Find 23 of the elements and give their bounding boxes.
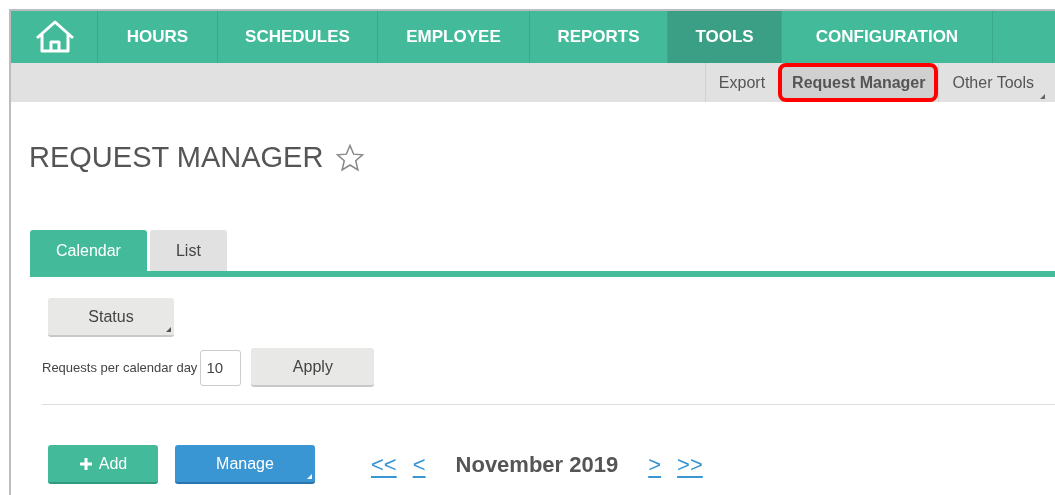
prev-link[interactable]: < [412, 448, 426, 481]
status-button[interactable]: Status [48, 298, 174, 337]
tab[interactable]: List [149, 230, 227, 271]
corner-caret-icon [166, 327, 171, 332]
subnav-tab[interactable]: Request Manager [778, 63, 939, 102]
plus-icon [78, 456, 93, 471]
next-link[interactable]: > [648, 448, 662, 481]
nav-tab[interactable]: TOOLS [668, 11, 782, 63]
corner-caret-icon [1040, 94, 1045, 99]
page-title: REQUEST MANAGER [29, 140, 324, 176]
corner-caret-icon [307, 474, 312, 479]
input-field[interactable]: 10 [200, 349, 242, 386]
field-label: Requests per calendar day [42, 358, 198, 377]
add-button[interactable]: Add [48, 445, 158, 484]
tab[interactable]: Calendar [30, 230, 147, 271]
last-link[interactable]: >> [677, 448, 703, 481]
month-label: November 2019 [455, 451, 619, 479]
apply-button[interactable]: Apply [251, 348, 375, 387]
manage-button[interactable]: Manage [175, 445, 315, 484]
home-icon [34, 20, 75, 54]
subnav-tab[interactable]: Other Tools [938, 63, 1047, 102]
star-icon[interactable] [335, 143, 366, 173]
first-link[interactable]: << [371, 448, 397, 481]
